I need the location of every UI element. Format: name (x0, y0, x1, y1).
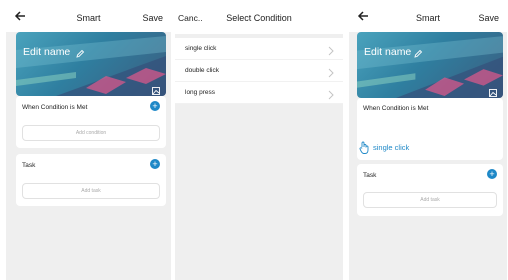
top-bar: Canc.. Select Condition (175, 4, 343, 34)
smart-screen-configured: Smart Save Edit name When Condition is M… (349, 4, 507, 280)
pencil-icon[interactable] (413, 46, 423, 58)
scene-banner[interactable]: Edit name (16, 32, 166, 96)
banner-title: Edit name (23, 46, 71, 58)
condition-heading: When Condition is Met (22, 104, 88, 111)
banner-title: Edit name (364, 46, 412, 58)
save-button[interactable]: Save (142, 13, 163, 23)
selected-condition-label: single click (373, 143, 410, 152)
task-card: Task + Add task (16, 154, 166, 206)
select-condition-screen: Canc.. Select Condition single click dou… (175, 4, 343, 280)
scene-banner[interactable]: Edit name (357, 32, 503, 98)
option-double-click[interactable]: double click (175, 60, 343, 82)
option-single-click[interactable]: single click (175, 38, 343, 60)
save-button[interactable]: Save (478, 13, 499, 23)
chevron-right-icon (327, 87, 335, 100)
option-label: long press (185, 89, 215, 96)
plus-icon[interactable]: + (487, 169, 497, 179)
option-label: single click (185, 45, 217, 52)
top-bar: Smart Save (6, 4, 171, 32)
chevron-right-icon (327, 43, 335, 56)
add-condition-button[interactable]: Add condition (22, 125, 160, 141)
add-task-button[interactable]: Add task (22, 183, 160, 199)
task-heading: Task (363, 172, 377, 179)
task-heading: Task (22, 162, 36, 169)
add-task-button[interactable]: Add task (363, 192, 497, 208)
condition-card: When Condition is Met + Add condition (16, 96, 166, 148)
hand-tap-icon (359, 141, 369, 154)
option-label: double click (185, 67, 219, 74)
smart-screen-empty: Smart Save Edit name When Condition is M… (6, 4, 171, 280)
task-card: Task + Add task (357, 164, 503, 216)
condition-options-list: single click double click long press (175, 38, 343, 104)
top-bar: Smart Save (349, 4, 507, 32)
image-icon[interactable] (152, 82, 160, 95)
pencil-icon[interactable] (75, 46, 85, 58)
plus-icon[interactable]: + (150, 101, 160, 111)
plus-icon[interactable]: + (150, 159, 160, 169)
page-title: Select Condition (226, 13, 292, 23)
option-long-press[interactable]: long press (175, 82, 343, 104)
condition-heading: When Condition is Met (363, 105, 429, 112)
chevron-right-icon (327, 65, 335, 78)
stage: Smart Save Edit name When Condition is M… (0, 0, 508, 280)
banner-art (357, 36, 503, 98)
image-icon[interactable] (489, 84, 497, 97)
banner-art (16, 36, 166, 96)
